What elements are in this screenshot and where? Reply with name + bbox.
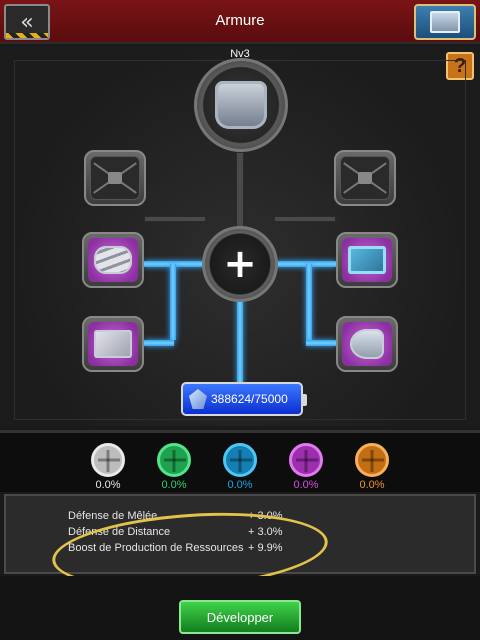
- orange-gem-icon: [355, 443, 389, 477]
- combine-button[interactable]: +: [202, 226, 278, 302]
- stat-value: + 3.0%: [248, 510, 283, 522]
- footer-bar: Développer: [0, 576, 480, 640]
- resource-orange[interactable]: 0.0%: [352, 443, 392, 492]
- steel-plate-icon: [94, 330, 132, 358]
- resource-gray[interactable]: 0.0%: [88, 443, 128, 492]
- steel-tubes-icon: [94, 246, 132, 274]
- slot-steel-tubes[interactable]: [82, 232, 144, 288]
- purple-gem-icon: [289, 443, 323, 477]
- stat-value: + 3.0%: [248, 526, 283, 538]
- slot-motor[interactable]: [336, 316, 398, 372]
- armor-icon: [215, 81, 267, 129]
- resource-blue[interactable]: 0.0%: [220, 443, 260, 492]
- resource-percent: 0.0%: [293, 479, 319, 491]
- slot-steel-plate[interactable]: [82, 316, 144, 372]
- resource-percent: 0.0%: [161, 479, 187, 491]
- stat-label: Boost de Production de Ressources: [68, 542, 244, 554]
- stat-label: Défense de Mêlée: [68, 510, 158, 522]
- slot-circuit-board[interactable]: [336, 232, 398, 288]
- motor-icon: [350, 329, 384, 359]
- stat-value: + 9.9%: [248, 542, 283, 554]
- inventory-box-button[interactable]: [414, 4, 476, 40]
- develop-button[interactable]: Développer: [179, 600, 301, 634]
- lock-icon: [342, 158, 388, 198]
- gray-gem-icon: [91, 443, 125, 477]
- stat-label: Défense de Distance: [68, 526, 171, 538]
- page-title: Armure: [215, 12, 265, 29]
- resource-percent: 0.0%: [359, 479, 385, 491]
- green-gem-icon: [157, 443, 191, 477]
- resource-green[interactable]: 0.0%: [154, 443, 194, 492]
- crystal-icon: [189, 389, 207, 409]
- hazard-stripe: [6, 33, 48, 38]
- circuit-board-icon: [348, 246, 386, 274]
- crate-icon: [430, 11, 460, 33]
- slot-locked-left[interactable]: [84, 150, 146, 206]
- energy-value: 388624/75000: [211, 392, 288, 406]
- armor-item[interactable]: [194, 58, 288, 152]
- header-bar: « Armure: [0, 0, 480, 44]
- slot-locked-right[interactable]: [334, 150, 396, 206]
- upgrade-workshop: ? Nv3 + 388624/75000: [0, 46, 480, 426]
- lock-icon: [92, 158, 138, 198]
- energy-battery: 388624/75000: [181, 382, 307, 416]
- resource-row: 0.0% 0.0% 0.0% 0.0% 0.0%: [0, 430, 480, 492]
- resource-purple[interactable]: 0.0%: [286, 443, 326, 492]
- resource-percent: 0.0%: [227, 479, 253, 491]
- blue-gem-icon: [223, 443, 257, 477]
- resource-percent: 0.0%: [95, 479, 121, 491]
